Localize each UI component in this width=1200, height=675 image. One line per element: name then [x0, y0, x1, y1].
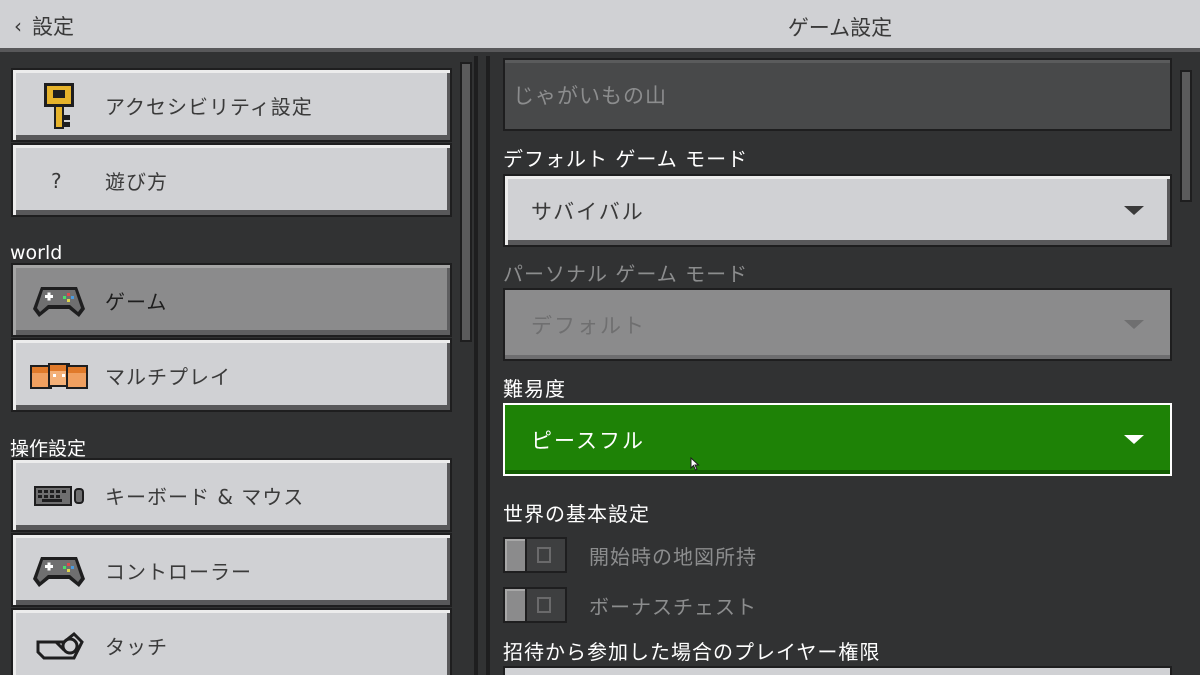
default-game-mode-dropdown[interactable]: サバイバル — [503, 174, 1172, 247]
sidebar-item-label: ゲーム — [105, 289, 168, 314]
section-label-world: world — [10, 242, 63, 264]
toggle-knob — [505, 589, 527, 621]
invite-permission-label: 招待から参加した場合のプレイヤー権限 — [503, 640, 881, 664]
sidebar-item-accessibility[interactable]: アクセシビリティ設定 — [11, 68, 452, 142]
dropdown-value: サバイバル — [531, 199, 645, 224]
mouse-cursor-icon — [690, 457, 700, 471]
caret-down-icon — [1124, 435, 1144, 444]
section-label-controls: 操作設定 — [10, 438, 87, 460]
starting-map-toggle[interactable] — [503, 537, 567, 573]
personal-game-mode-dropdown: デフォルト — [503, 288, 1172, 361]
toggle-off-indicator-icon — [537, 597, 551, 613]
dropdown-value: デフォルト — [531, 313, 646, 338]
sidebar-item-touch[interactable]: タッチ — [11, 608, 452, 675]
invite-permission-dropdown[interactable] — [503, 666, 1172, 675]
toggle-knob — [505, 539, 527, 571]
sidebar-scrollbar[interactable] — [460, 62, 472, 342]
sidebar-item-multiplayer[interactable]: マルチプレイ — [11, 338, 452, 412]
world-preferences-label: 世界の基本設定 — [503, 502, 650, 526]
chevron-left-icon: ‹ — [14, 14, 22, 38]
back-button[interactable]: ‹ 設定 — [14, 10, 74, 42]
players-icon — [29, 350, 89, 402]
caret-down-icon — [1124, 206, 1144, 215]
controller-icon — [29, 545, 89, 597]
key-icon — [29, 80, 89, 132]
toggle-off-indicator-icon — [537, 547, 551, 563]
touch-icon — [29, 620, 89, 672]
question-icon: ? — [51, 169, 63, 193]
sidebar-item-game[interactable]: ゲーム — [11, 263, 452, 337]
bonus-chest-toggle-row[interactable]: ボーナスチェスト — [503, 587, 757, 623]
sidebar-item-label: タッチ — [105, 634, 168, 659]
sidebar-item-label: コントローラー — [105, 559, 252, 584]
controller-icon — [29, 275, 89, 327]
page-title: ゲーム設定 — [787, 16, 893, 40]
dropdown-value: ピースフル — [531, 428, 645, 453]
caret-down-icon — [1124, 320, 1144, 329]
settings-scrollbar[interactable] — [1180, 70, 1192, 202]
keyboard-icon — [29, 470, 89, 522]
sidebar-item-label: アクセシビリティ設定 — [105, 94, 313, 119]
sidebar-item-label: キーボード & マウス — [105, 484, 305, 509]
world-name-input[interactable]: じゃがいもの山 — [503, 58, 1172, 131]
sidebar-item-label: マルチプレイ — [105, 364, 231, 389]
difficulty-label: 難易度 — [503, 377, 566, 401]
bonus-chest-toggle[interactable] — [503, 587, 567, 623]
personal-game-mode-label: パーソナル ゲーム モード — [503, 262, 749, 286]
starting-map-toggle-row[interactable]: 開始時の地図所持 — [503, 537, 757, 573]
toggle-label: 開始時の地図所持 — [589, 544, 757, 569]
toggle-label: ボーナスチェスト — [589, 594, 757, 619]
difficulty-dropdown[interactable]: ピースフル — [503, 403, 1172, 476]
sidebar-item-keyboard-mouse[interactable]: キーボード & マウス — [11, 458, 452, 532]
sidebar-item-how-to-play[interactable]: ? 遊び方 — [11, 143, 452, 217]
sidebar-item-label: 遊び方 — [105, 169, 168, 194]
sidebar-item-controller[interactable]: コントローラー — [11, 533, 452, 607]
title-bar: ‹ 設定 ゲーム設定 — [0, 0, 1200, 52]
back-label: 設定 — [32, 15, 74, 39]
default-game-mode-label: デフォルト ゲーム モード — [503, 147, 749, 171]
